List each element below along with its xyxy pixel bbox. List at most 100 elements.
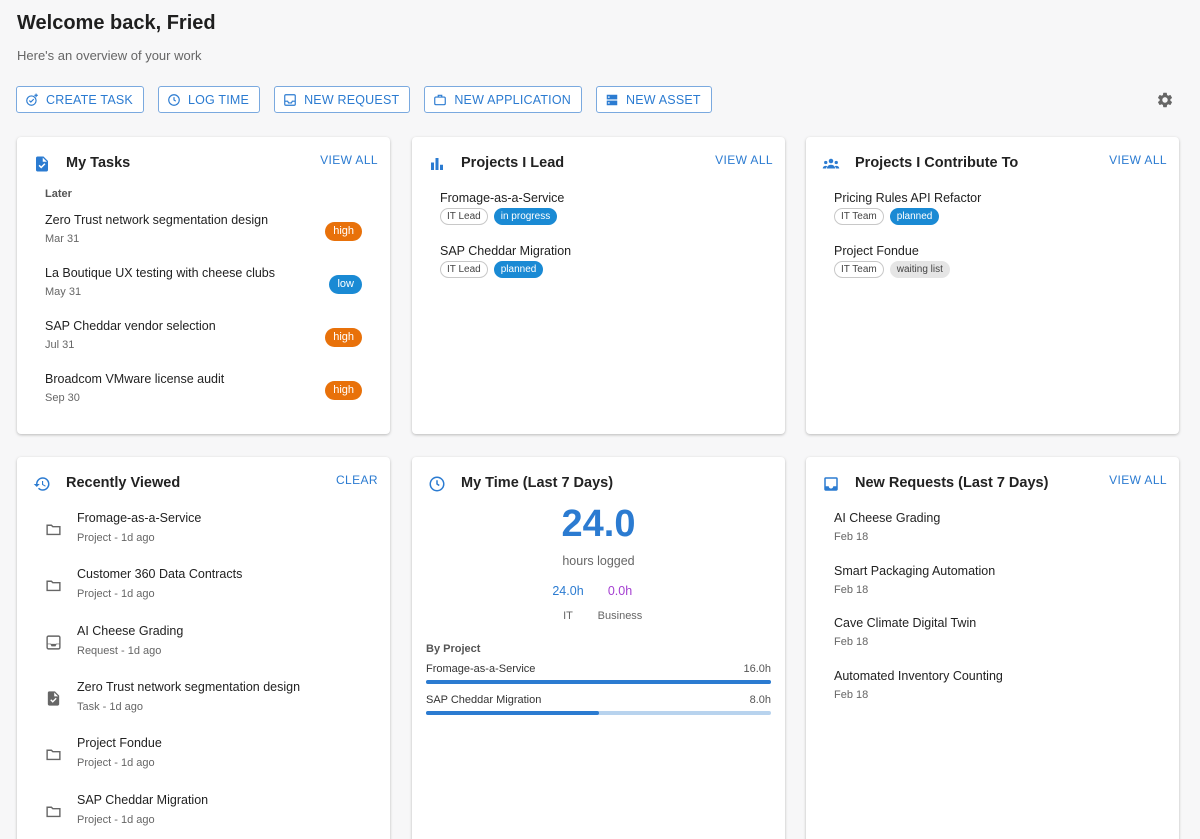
project-tags: IT Lead planned: [440, 261, 765, 278]
recently-viewed-title: Recently Viewed: [66, 475, 181, 491]
task-item[interactable]: Broadcom VMware license audit Sep 30 high: [45, 372, 362, 412]
project-tags: IT Lead in progress: [440, 208, 765, 225]
hours-total: 24.0: [561, 503, 636, 545]
request-item[interactable]: AI Cheese Grading Feb 18: [834, 511, 1159, 543]
recent-item-name: Project Fondue: [77, 736, 162, 751]
request-name: Smart Packaging Automation: [834, 563, 996, 578]
project-tags: IT Team waiting list: [834, 261, 1159, 278]
my-time-card: My Time (Last 7 Days) 24.0 hours logged …: [412, 457, 785, 839]
recently-viewed-card: Recently Viewed CLEAR Fromage-as-a-Servi…: [17, 457, 390, 839]
priority-badge: high: [325, 328, 362, 347]
request-item[interactable]: Smart Packaging Automation Feb 18: [834, 564, 1159, 596]
new-request-button[interactable]: NEW REQUEST: [274, 86, 411, 113]
folder-icon: [46, 749, 61, 761]
request-date: Feb 18: [834, 531, 869, 543]
inbox-icon: [46, 635, 61, 650]
new-application-button[interactable]: NEW APPLICATION: [424, 86, 583, 113]
log-time-button[interactable]: LOG TIME: [157, 86, 261, 113]
add-task-icon: [26, 93, 38, 106]
request-item[interactable]: Automated Inventory Counting Feb 18: [834, 669, 1159, 701]
recent-item-name: Zero Trust network segmentation design: [77, 679, 301, 694]
gear-icon[interactable]: [1156, 91, 1174, 109]
recent-item-meta: Project - 1d ago: [77, 588, 155, 601]
status-tag: planned: [889, 208, 940, 225]
task-item[interactable]: Zero Trust network segmentation design Ma…: [45, 213, 362, 253]
request-date: Feb 18: [834, 688, 869, 701]
hours-total-label: hours logged: [562, 554, 635, 568]
project-time-name: Fromage-as-a-Service: [426, 663, 536, 675]
my-tasks-card: My Tasks VIEW ALL Later Zero Trust netwo…: [17, 137, 390, 434]
inbox-icon: [284, 93, 296, 106]
task-name: Broadcom VMware license audit: [45, 372, 225, 386]
request-name: Cave Climate Digital Twin: [834, 616, 977, 630]
status-tag: waiting list: [889, 261, 950, 278]
role-tag: IT Lead: [440, 208, 488, 225]
new-request-label: NEW REQUEST: [304, 92, 400, 107]
task-item[interactable]: La Boutique UX testing with cheese clubs…: [45, 266, 362, 306]
request-name: Automated Inventory Counting: [834, 668, 1003, 683]
recent-item[interactable]: Zero Trust network segmentation design Ta…: [45, 680, 370, 720]
it-hours-label: IT: [563, 610, 573, 622]
log-time-label: LOG TIME: [187, 92, 250, 107]
project-item[interactable]: SAP Cheddar Migration IT Lead planned: [440, 244, 765, 278]
new-requests-view-all-link[interactable]: VIEW ALL: [1109, 473, 1167, 487]
quick-actions: CREATE TASK LOG TIME NEW REQUEST NEW APP…: [16, 86, 712, 113]
status-tag: planned: [493, 261, 544, 278]
project-time-fill: [426, 711, 599, 715]
group-icon: [822, 158, 840, 169]
projects-contrib-view-all-link[interactable]: VIEW ALL: [1109, 153, 1167, 167]
project-time-track: [426, 711, 771, 715]
project-name: Fromage-as-a-Service: [440, 191, 565, 205]
project-time-fill: [426, 680, 771, 684]
recent-item[interactable]: Project Fondue Project - 1d ago: [45, 736, 370, 776]
create-task-button[interactable]: CREATE TASK: [16, 86, 144, 113]
projects-lead-title: Projects I Lead: [461, 155, 565, 171]
recent-item[interactable]: AI Cheese Grading Request - 1d ago: [45, 624, 370, 664]
my-time-title: My Time (Last 7 Days): [461, 475, 614, 491]
task-icon: [36, 156, 48, 172]
projects-lead-card: Projects I Lead VIEW ALL Fromage-as-a-Se…: [412, 137, 785, 434]
request-date: Feb 18: [834, 583, 869, 596]
recent-item[interactable]: Customer 360 Data Contracts Project - 1d …: [45, 567, 370, 607]
recent-item-name: Customer 360 Data Contracts: [77, 567, 243, 582]
recently-viewed-clear-link[interactable]: CLEAR: [336, 473, 378, 487]
task-name: SAP Cheddar vendor selection: [45, 319, 216, 333]
it-hours: 24.0h IT: [538, 584, 598, 622]
project-item[interactable]: Project Fondue IT Team waiting list: [834, 244, 1159, 278]
request-name: AI Cheese Grading: [834, 511, 941, 525]
projects-contrib-title: Projects I Contribute To: [855, 155, 1019, 171]
project-name: Project Fondue: [834, 244, 919, 258]
recent-item[interactable]: Fromage-as-a-Service Project - 1d ago: [45, 511, 370, 551]
recent-item-meta: Project - 1d ago: [77, 813, 155, 826]
project-item[interactable]: Fromage-as-a-Service IT Lead in progress: [440, 191, 765, 225]
role-tag: IT Lead: [440, 261, 488, 278]
task-icon: [47, 691, 60, 706]
new-application-label: NEW APPLICATION: [454, 92, 572, 107]
priority-badge: high: [325, 381, 362, 400]
recent-item-meta: Task - 1d ago: [77, 700, 144, 713]
priority-badge: low: [329, 275, 362, 294]
task-due-date: Jul 31: [45, 339, 75, 351]
by-project-label: By Project: [426, 643, 481, 655]
page-subtitle: Here's an overview of your work: [17, 48, 202, 63]
projects-lead-view-all-link[interactable]: VIEW ALL: [715, 153, 773, 167]
page-title: Welcome back, Fried: [17, 12, 216, 34]
new-requests-card: New Requests (Last 7 Days) VIEW ALL AI C…: [806, 457, 1179, 839]
my-tasks-title: My Tasks: [66, 155, 131, 171]
task-name: Zero Trust network segmentation design: [45, 213, 269, 227]
status-tag: in progress: [493, 208, 558, 225]
task-item[interactable]: SAP Cheddar vendor selection Jul 31 high: [45, 319, 362, 359]
recent-item-meta: Request - 1d ago: [77, 644, 162, 657]
task-due-date: Sep 30: [45, 392, 80, 404]
business-hours-label: Business: [597, 610, 643, 622]
create-task-label: CREATE TASK: [46, 92, 133, 107]
recent-item-name: AI Cheese Grading: [77, 623, 184, 638]
request-item[interactable]: Cave Climate Digital Twin Feb 18: [834, 616, 1159, 648]
project-item[interactable]: Pricing Rules API Refactor IT Team planned: [834, 191, 1159, 225]
recent-item[interactable]: SAP Cheddar Migration Project - 1d ago: [45, 793, 370, 833]
new-requests-title: New Requests (Last 7 Days): [855, 475, 1049, 491]
it-hours-value: 24.0h: [552, 584, 584, 598]
new-asset-button[interactable]: NEW ASSET: [596, 86, 712, 113]
my-tasks-view-all-link[interactable]: VIEW ALL: [320, 153, 378, 167]
storage-icon: [606, 94, 618, 105]
